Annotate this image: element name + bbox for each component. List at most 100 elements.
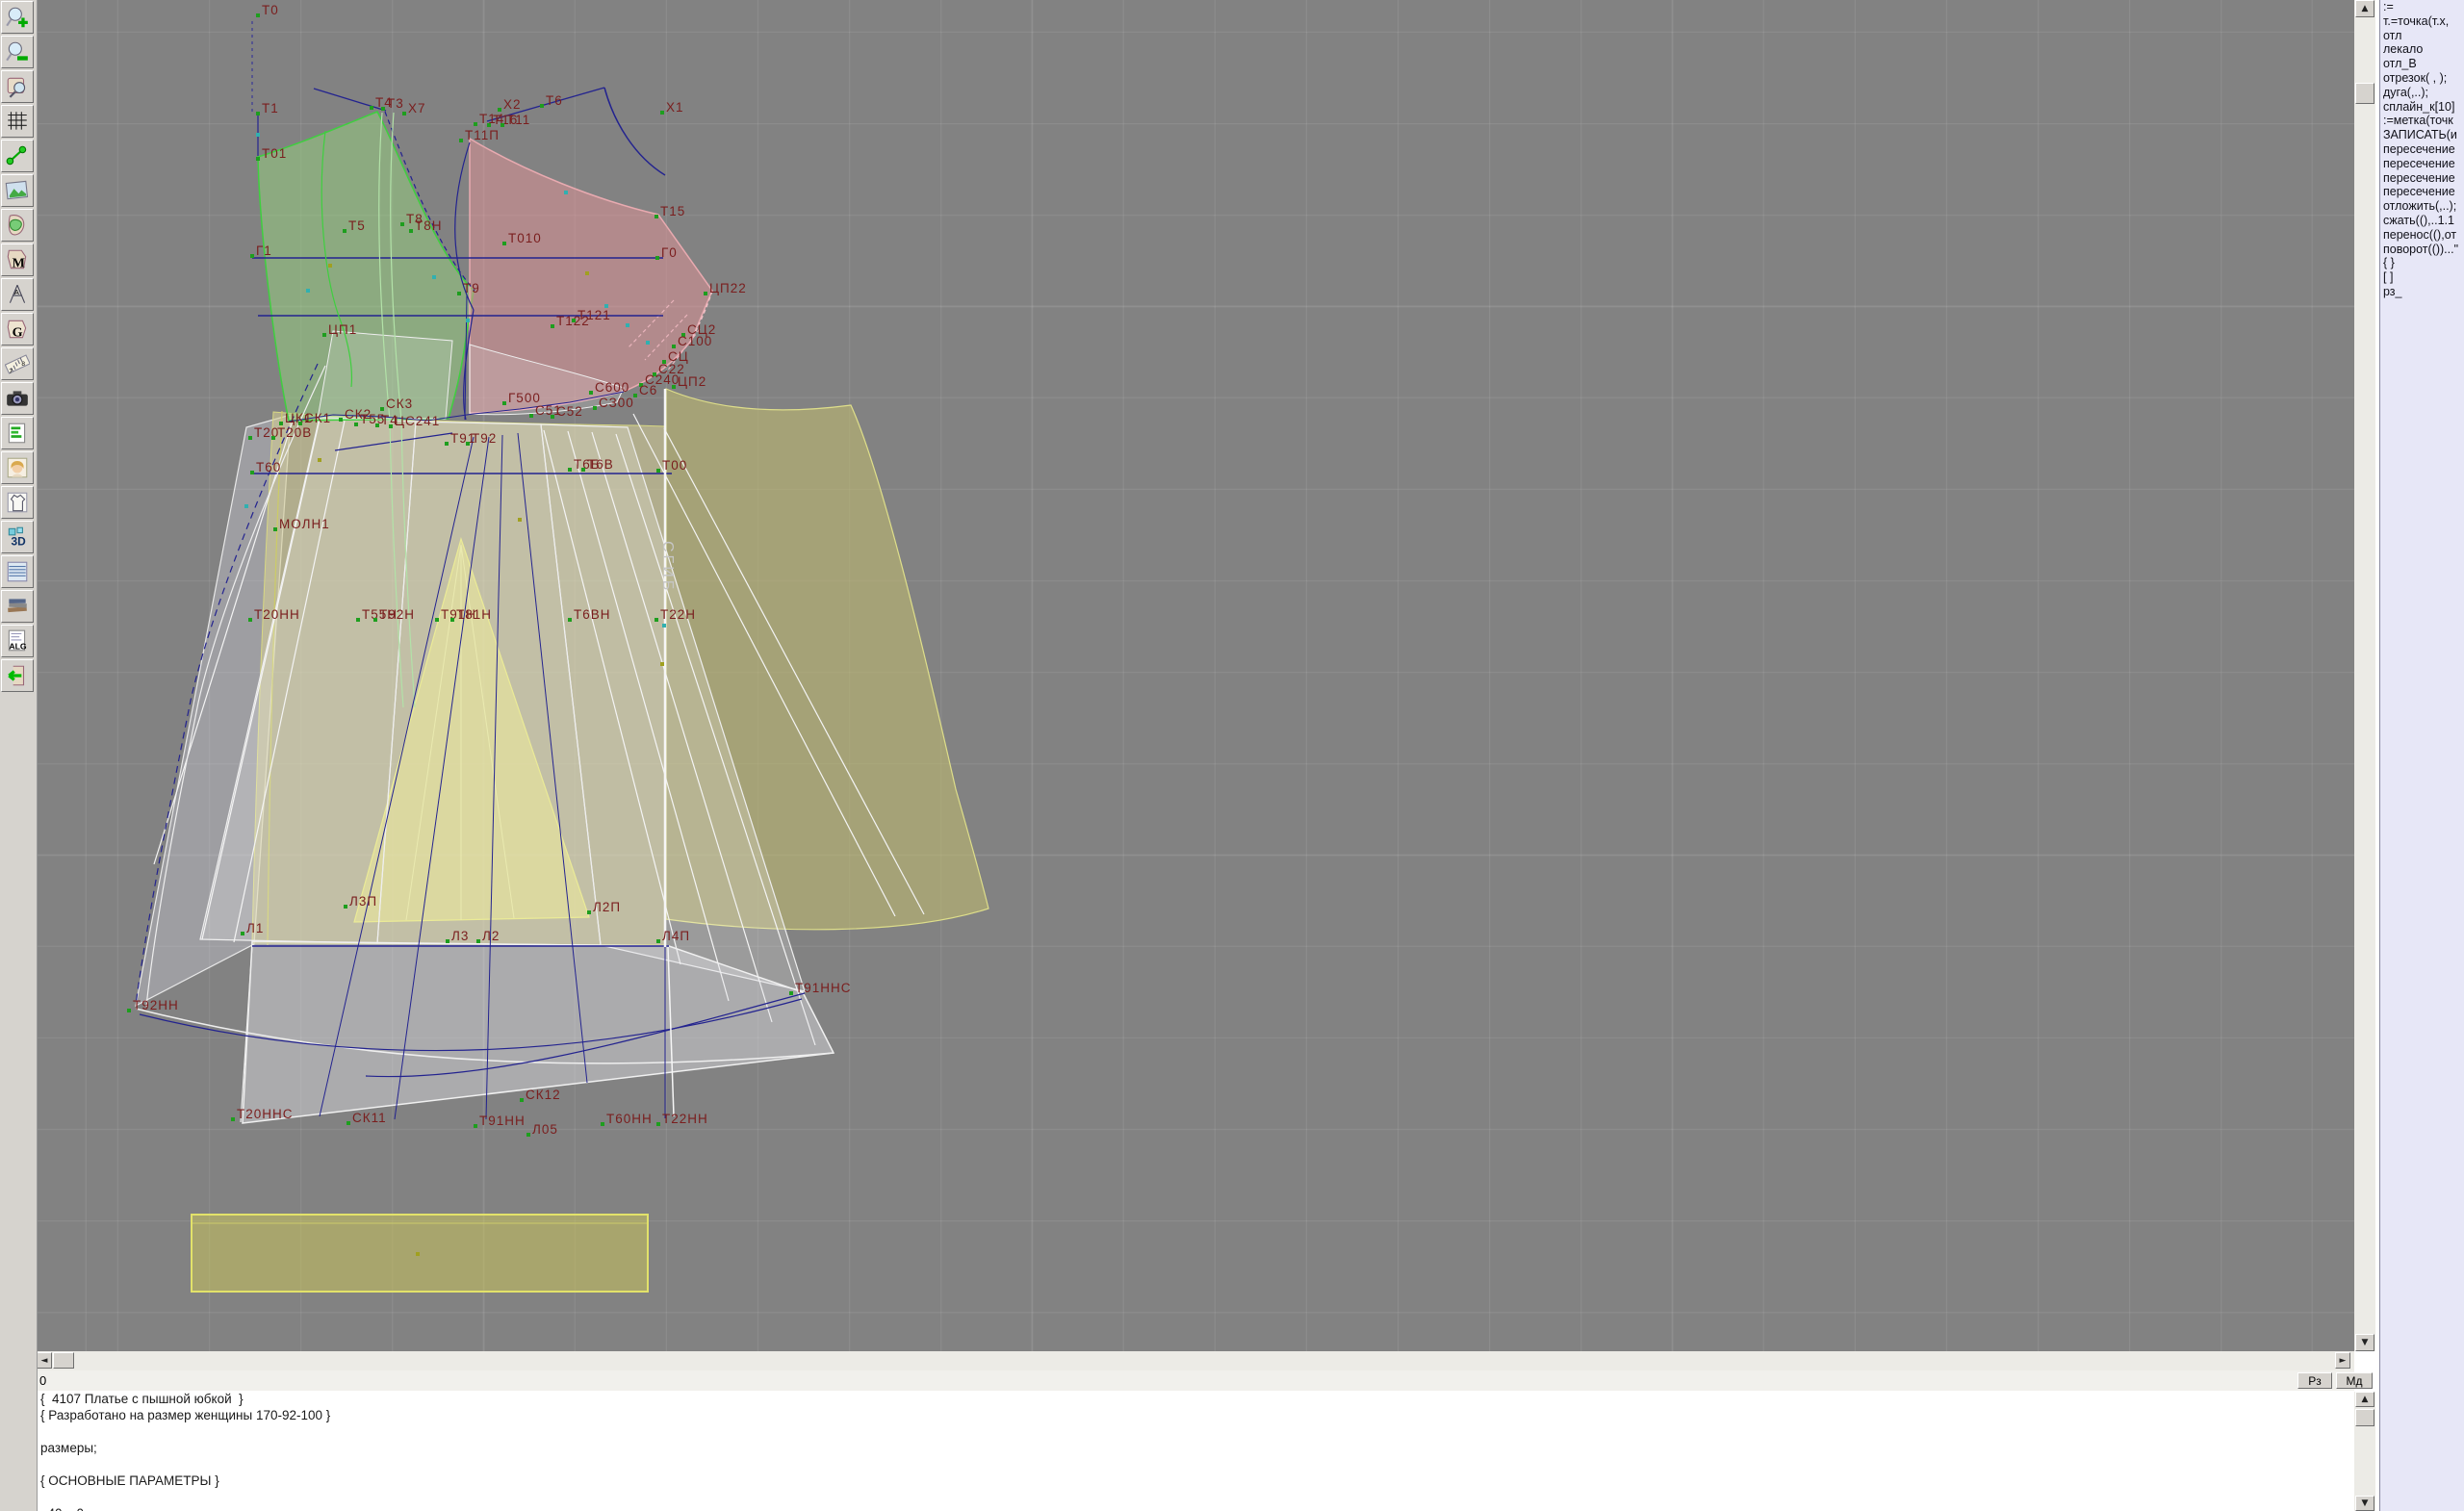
program-text-area[interactable]: { 4107 Платье с пышной юбкой }{ Разработ… [37,1391,2354,1511]
code-line: { Разработано на размер женщины 170-92-1… [37,1407,2354,1423]
command-item[interactable]: { } [2380,256,2464,270]
point-marker [322,333,326,337]
canvas-hscrollbar[interactable]: ◄ ► [37,1351,2354,1370]
blue-table-button[interactable] [1,555,34,588]
portrait-button[interactable] [1,451,34,484]
command-item[interactable]: ЗАПИСАТЬ(и [2380,128,2464,142]
point-label: Т20ННС [237,1107,294,1121]
point-label: Х2 [503,97,522,112]
ruler-icon: 78 [5,351,30,376]
point-marker [672,345,676,348]
point-marker [476,939,480,943]
arrow-right-icon: ► [2340,1356,2347,1366]
md-button[interactable]: Мд [2336,1372,2373,1389]
point-marker [370,106,373,110]
pattern-m-button[interactable]: M [1,243,34,276]
point-marker [589,391,593,395]
pattern-g-button[interactable]: G [1,313,34,346]
command-item[interactable]: пересечение [2380,185,2464,199]
grid-button[interactable] [1,105,34,138]
point-marker [241,932,244,935]
point-label: Г0 [661,245,678,260]
canvas-hscroll-thumb[interactable] [53,1352,74,1369]
garment-sketch-button[interactable] [1,486,34,519]
bottom-panel: ◄ ► 0 Рз Мд { 4107 Платье с пышной юбкой… [0,1351,2464,1511]
point-label: Л2П [593,900,621,914]
point-label: Т6ВН [574,607,611,622]
point-label: Т92НН [133,998,179,1012]
point-marker [704,292,707,295]
status-row: 0 Рз Мд [37,1370,2354,1391]
svg-text:M: M [13,256,25,271]
arrow-left-icon: ◄ [41,1356,48,1366]
code-line: размеры; [37,1440,2354,1456]
command-item[interactable]: отл [2380,29,2464,43]
command-item[interactable]: лекало [2380,42,2464,57]
command-item[interactable]: пересечение [2380,157,2464,171]
command-item[interactable]: перенос((),от [2380,228,2464,243]
report-table-button[interactable] [1,417,34,449]
point-marker [540,104,544,108]
pattern-shape [318,331,452,419]
camera-button[interactable] [1,382,34,415]
point-marker [446,939,449,943]
command-item[interactable]: сжать((),..1.1 [2380,214,2464,228]
command-item[interactable]: поворот(())..." [2380,243,2464,257]
picture-button[interactable] [1,174,34,207]
scroll-left-button[interactable]: ◄ [37,1352,52,1369]
rz-button[interactable]: Рз [2297,1372,2332,1389]
zoom-in-button[interactable] [1,1,34,34]
text-scroll-up-button[interactable]: ▲ [2355,1392,2374,1407]
text-vscroll-thumb[interactable] [2355,1409,2374,1426]
point-marker [593,406,597,410]
report-table-icon [5,421,30,446]
zoom-out-button[interactable] [1,36,34,68]
point-marker [306,289,310,293]
point-label: Т81Н [456,607,492,622]
point-label: Т0 [262,3,279,17]
command-item[interactable]: пересечение [2380,142,2464,157]
scroll-right-button[interactable]: ► [2335,1352,2350,1369]
text-vscrollbar[interactable]: ▲ ▼ [2354,1392,2375,1511]
point-label: Т60 [256,460,281,474]
ruler-button[interactable]: 78 [1,347,34,380]
command-item[interactable]: :=метка(точк [2380,114,2464,128]
point-label: Т11П [465,128,500,142]
point-label: Л1 [246,921,264,935]
measure-line-button[interactable] [1,140,34,172]
drafting-tools-button[interactable]: А [1,278,34,311]
picture-icon [5,178,30,203]
books-button[interactable] [1,590,34,623]
command-item[interactable]: отложить(,..); [2380,199,2464,214]
exit-button[interactable] [1,659,34,692]
command-item[interactable]: дуга(,..); [2380,86,2464,100]
code-line [37,1423,2354,1440]
point-marker [373,618,377,622]
point-marker [672,385,676,389]
algorithm-button[interactable]: ALG [1,625,34,657]
view-3d-button[interactable]: 3D [1,521,34,553]
pattern-piece-button[interactable] [1,209,34,242]
command-item[interactable]: пересечение [2380,171,2464,186]
point-label: Л3П [349,894,377,909]
command-item[interactable]: рз_ [2380,285,2464,299]
point-marker [318,458,321,462]
canvas-vscroll-thumb[interactable] [2355,83,2374,104]
point-marker [474,1124,477,1128]
command-item[interactable]: отрезок( , ); [2380,71,2464,86]
command-item[interactable]: сплайн_к[10] [2380,100,2464,115]
point-label: Т121 [578,308,611,322]
drawing-canvas[interactable]: Т0Т1Т01Т4Т3Х7Х2Т6Х1Т14Т16Т11Т11ПТ5Т8Т8НТ… [37,0,2354,1351]
app-window: Т0Т1Т01Т4Т3Х7Х2Т6Х1Т14Т16Т11Т11ПТ5Т8Т8НТ… [0,0,2464,1511]
pattern-drawing: Т0Т1Т01Т4Т3Х7Х2Т6Х1Т14Т16Т11Т11ПТ5Т8Т8НТ… [37,0,2354,1351]
command-item[interactable]: отл_В [2380,57,2464,71]
command-item[interactable]: := [2380,0,2464,14]
command-item[interactable]: [ ] [2380,270,2464,285]
preview-pan-button[interactable] [1,70,34,103]
scroll-up-button[interactable]: ▲ [2355,0,2374,17]
command-item[interactable]: т.=точка(т.х, [2380,14,2464,29]
canvas-vscrollbar[interactable]: ▲ ▼ [2354,0,2375,1351]
point-label: СК12 [526,1088,561,1102]
scroll-down-button[interactable]: ▼ [2355,1334,2374,1351]
text-scroll-down-button[interactable]: ▼ [2355,1496,2374,1511]
